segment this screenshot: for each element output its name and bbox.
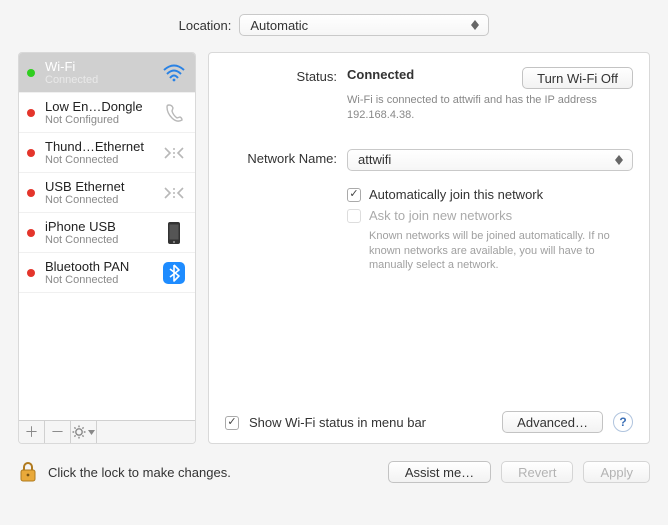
sidebar-item-thunderbolt-ethernet[interactable]: Thund…Ethernet Not Connected — [19, 133, 195, 173]
show-status-checkbox[interactable] — [225, 416, 239, 430]
interface-name: iPhone USB — [45, 219, 153, 234]
chevron-down-icon — [88, 430, 95, 435]
status-label: Status: — [225, 67, 337, 123]
apply-button[interactable]: Apply — [583, 461, 650, 483]
show-status-label: Show Wi-Fi status in menu bar — [249, 415, 426, 430]
interface-name: Bluetooth PAN — [45, 259, 153, 274]
advanced-button[interactable]: Advanced… — [502, 411, 603, 433]
interface-status: Not Configured — [45, 114, 153, 126]
interface-name: Low En…Dongle — [45, 99, 153, 114]
wifi-toggle-button[interactable]: Turn Wi-Fi Off — [522, 67, 633, 89]
revert-button[interactable]: Revert — [501, 461, 573, 483]
sidebar-item-usb-ethernet[interactable]: USB Ethernet Not Connected — [19, 173, 195, 213]
ethernet-icon — [161, 180, 187, 206]
status-dot-icon — [27, 149, 35, 157]
interface-actions-menu[interactable] — [71, 421, 97, 443]
wifi-icon — [161, 60, 187, 86]
iphone-icon — [161, 220, 187, 246]
network-name-value: attwifi — [358, 152, 391, 167]
gear-icon — [72, 425, 86, 439]
sidebar-item-wifi[interactable]: Wi-Fi Connected — [19, 53, 195, 93]
ethernet-icon — [161, 140, 187, 166]
interface-name: Thund…Ethernet — [45, 139, 153, 154]
status-value: Connected — [347, 67, 414, 82]
interface-status: Not Connected — [45, 234, 153, 246]
sidebar-item-iphone-usb[interactable]: iPhone USB Not Connected — [19, 213, 195, 253]
lock-button[interactable] — [18, 460, 38, 484]
auto-join-label: Automatically join this network — [369, 187, 543, 202]
detail-panel: Status: Connected Turn Wi-Fi Off Wi-Fi i… — [208, 52, 650, 444]
interface-list[interactable]: Wi-Fi Connected Low En…Dongle Not Config… — [19, 53, 195, 420]
chevron-up-down-icon — [468, 17, 482, 33]
ask-join-help: Known networks will be joined automatica… — [369, 229, 633, 274]
status-dot-icon — [27, 69, 35, 77]
location-popup[interactable]: Automatic — [239, 14, 489, 36]
add-interface-button[interactable]: ＋ — [19, 421, 45, 443]
bluetooth-icon — [161, 260, 187, 286]
ask-join-checkbox[interactable] — [347, 209, 361, 223]
auto-join-checkbox[interactable] — [347, 188, 361, 202]
lock-text: Click the lock to make changes. — [48, 465, 231, 480]
interface-sidebar: Wi-Fi Connected Low En…Dongle Not Config… — [18, 52, 196, 444]
lock-icon — [19, 461, 37, 483]
interface-name: USB Ethernet — [45, 179, 153, 194]
interface-status: Connected — [45, 74, 153, 86]
chevron-up-down-icon — [612, 152, 626, 168]
interface-status: Not Connected — [45, 274, 153, 286]
location-value: Automatic — [250, 18, 308, 33]
status-subtext: Wi-Fi is connected to attwifi and has th… — [347, 93, 633, 123]
help-button[interactable]: ? — [613, 412, 633, 432]
status-dot-icon — [27, 109, 35, 117]
sidebar-item-bluetooth-pan[interactable]: Bluetooth PAN Not Connected — [19, 253, 195, 293]
ask-join-label: Ask to join new networks — [369, 208, 512, 223]
interface-status: Not Connected — [45, 194, 153, 206]
network-name-label: Network Name: — [225, 149, 337, 171]
assist-button[interactable]: Assist me… — [388, 461, 491, 483]
footer: Click the lock to make changes. Assist m… — [18, 460, 650, 484]
sidebar-item-low-energy-dongle[interactable]: Low En…Dongle Not Configured — [19, 93, 195, 133]
phone-icon — [161, 100, 187, 126]
status-dot-icon — [27, 189, 35, 197]
network-name-popup[interactable]: attwifi — [347, 149, 633, 171]
location-label: Location: — [179, 18, 232, 33]
status-dot-icon — [27, 229, 35, 237]
interface-status: Not Connected — [45, 154, 153, 166]
remove-interface-button[interactable]: － — [45, 421, 71, 443]
status-dot-icon — [27, 269, 35, 277]
sidebar-footer: ＋ － — [19, 420, 195, 443]
interface-name: Wi-Fi — [45, 59, 153, 74]
location-row: Location: Automatic — [18, 14, 650, 36]
